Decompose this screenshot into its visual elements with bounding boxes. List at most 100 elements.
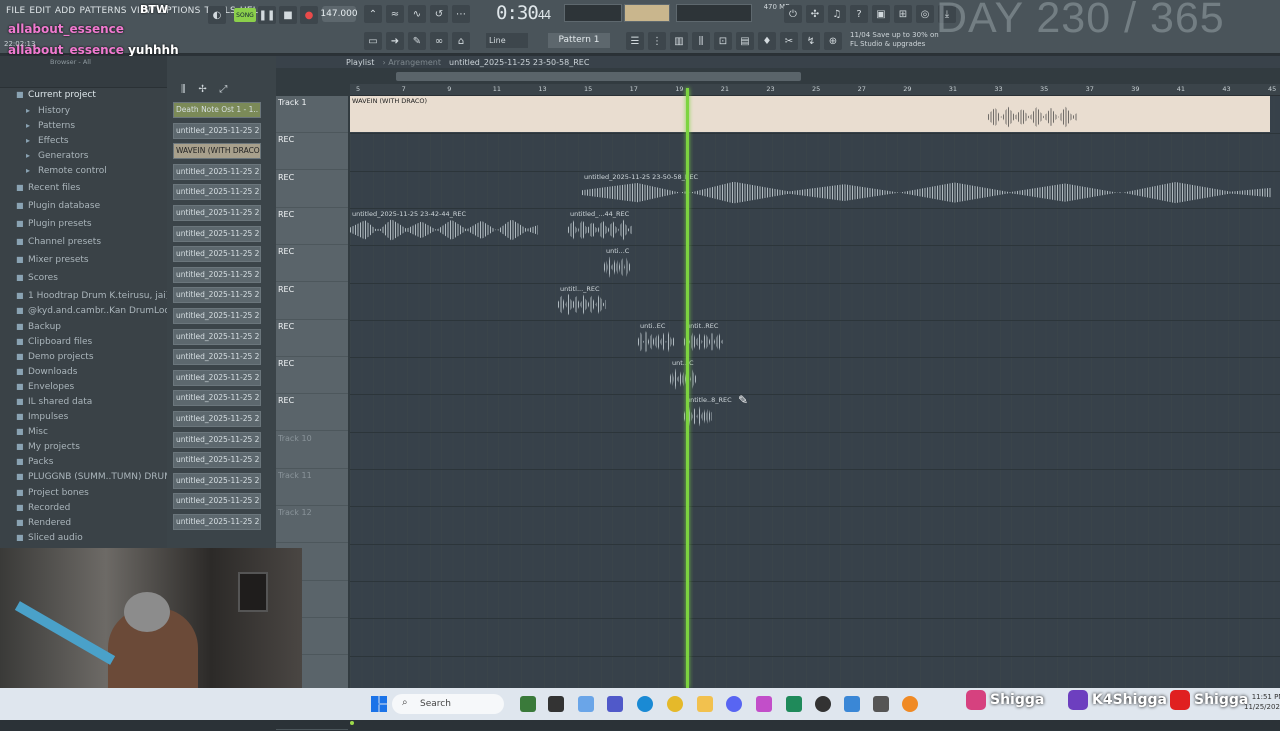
track-header[interactable]: REC	[276, 320, 354, 357]
browser-item[interactable]: ■ My projects	[16, 442, 80, 452]
wait-icon[interactable]: ≈	[386, 5, 404, 23]
browser-item[interactable]: ■ Demo projects	[16, 352, 94, 362]
horizontal-scrollbar[interactable]	[396, 72, 801, 81]
chrome-icon[interactable]	[667, 696, 683, 712]
timeline-ruler[interactable]: 5 7 9 11 13 15 17 19 21 23 25 27 29 31 33 35 37 39 41 43 45	[350, 84, 1280, 96]
plug-icon[interactable]: ♦	[758, 32, 776, 50]
browser-item[interactable]: ■ Backup	[16, 322, 61, 332]
fl-studio-icon[interactable]	[902, 696, 918, 712]
channel-button[interactable]: untitled_2025-11-25 23-..	[173, 225, 261, 242]
browser-item[interactable]: ■ @kyd.and.cambr..Kan DrumLoopKit	[16, 306, 188, 316]
channel-button[interactable]: untitled_2025-11-25 23-..	[173, 246, 261, 263]
menu-item-file[interactable]: FILE	[6, 6, 25, 16]
taskbar-search[interactable]: ⌕ Search	[392, 694, 504, 714]
track-header[interactable]: REC	[276, 208, 354, 245]
channel-button[interactable]: untitled_2025-11-25 23-..	[173, 431, 261, 448]
channel-button[interactable]: untitled_2025-11-25 23-..	[173, 308, 261, 324]
edge-icon[interactable]	[637, 696, 653, 712]
link-icon[interactable]: ∞	[430, 32, 448, 50]
channel-button[interactable]: untitled_2025-11-25 23-..	[173, 328, 261, 345]
track-header[interactable]: REC	[276, 357, 354, 395]
power-icon[interactable]: ⏻	[784, 5, 802, 23]
piano-roll-icon[interactable]: ▭	[364, 32, 382, 50]
browser-item[interactable]: ■ Rendered	[16, 518, 71, 528]
song-mode-toggle[interactable]: SONG	[234, 8, 256, 22]
browser-item[interactable]: ■ Misc	[16, 427, 48, 437]
track-header[interactable]: REC	[276, 171, 354, 208]
browser-item[interactable]: ■ Current project	[16, 90, 96, 100]
audio-clip[interactable]: untit..REC	[684, 321, 724, 357]
browser-item[interactable]: ▸ Patterns	[26, 121, 75, 131]
piano-icon[interactable]: ▥	[670, 32, 688, 50]
metronome-icon[interactable]: ⌃	[364, 5, 382, 23]
audio-clip[interactable]: WAVEIN (WITH DRACO)	[350, 96, 1270, 132]
cart-icon[interactable]: ⊕	[824, 32, 842, 50]
browser-item[interactable]: ▸ Remote control	[26, 166, 107, 176]
snap-select[interactable]: Line	[486, 33, 528, 48]
channel-button[interactable]: untitled_2025-11-25 23-..	[173, 493, 261, 510]
browser-item[interactable]: ■ Plugin presets	[16, 219, 92, 229]
chat-icon[interactable]: ◎	[916, 5, 934, 23]
browser-item[interactable]: ■ IL shared data	[16, 397, 92, 407]
channel-button[interactable]: untitled_2025-11-25 23-..	[173, 349, 261, 366]
record-icon[interactable]: ●	[300, 6, 318, 24]
explorer-icon[interactable]	[697, 696, 713, 712]
step-seq-icon[interactable]: ⋮	[648, 32, 666, 50]
stamp-icon[interactable]: ⌂	[452, 32, 470, 50]
channel-button[interactable]: untitled_2025-11-25 23-..	[173, 287, 261, 304]
browser-item[interactable]: ■ Sliced audio	[16, 533, 83, 543]
track-header[interactable]: Track 1	[276, 96, 354, 133]
play-icon[interactable]: ❚❚	[258, 6, 276, 24]
channel-rack-icon[interactable]: ⊡	[714, 32, 732, 50]
browser-item[interactable]: ■ Recorded	[16, 503, 70, 513]
browser-item[interactable]: ▸ Effects	[26, 136, 69, 146]
widgets-icon[interactable]	[520, 696, 536, 712]
step-edit-icon[interactable]: ⋯	[452, 5, 470, 23]
mixer-icon[interactable]: ✣	[806, 5, 824, 23]
browser-item[interactable]: ■ Packs	[16, 457, 53, 467]
channel-button[interactable]: Death Note Ost 1 - 1..	[173, 102, 261, 118]
menu-item-add[interactable]: ADD	[55, 6, 76, 16]
audio-clip[interactable]: unti...C	[604, 246, 630, 282]
browser-item[interactable]: ■ 1 Hoodtrap Drum K.teirusu, jai) (2)	[16, 291, 185, 301]
pattern-selector[interactable]: Pattern 1	[548, 33, 610, 48]
track-header[interactable]: REC	[276, 245, 354, 283]
channel-button[interactable]: untitled_2025-11-25 23-..	[173, 390, 261, 407]
news-panel[interactable]: 11/04 Save up to 30% on FL Studio & upgr…	[850, 31, 940, 49]
playhead[interactable]	[686, 88, 689, 688]
browser-item[interactable]: ■ Envelopes	[16, 382, 74, 392]
browser-item[interactable]: ■ Plugin database	[16, 201, 100, 211]
track-header[interactable]: Track 10	[276, 432, 354, 469]
wrench-icon[interactable]: ✂	[780, 32, 798, 50]
browser-item[interactable]: ■ PLUGGNB (SUMM..TUMN) DRUMKIT	[16, 472, 186, 482]
menu-item-edit[interactable]: EDIT	[29, 6, 51, 16]
store-icon[interactable]	[844, 696, 860, 712]
track-header[interactable]: Track 11	[276, 469, 354, 506]
channel-button[interactable]: untitled_2025-11-25 23-..	[173, 514, 261, 530]
channel-button[interactable]: untitled_2025-11-25 23-..	[173, 411, 261, 427]
obs-icon[interactable]	[815, 696, 831, 712]
menu-item-patterns[interactable]: PATTERNS	[80, 6, 127, 16]
channel-button[interactable]: untitled_2025-11-25 23-..	[173, 205, 261, 221]
app-icon[interactable]	[756, 696, 772, 712]
tempo-display[interactable]: 147.000	[320, 6, 358, 22]
browser-item[interactable]: ■ Clipboard files	[16, 337, 92, 347]
channel-button[interactable]: untitled_2025-11-25 23-..	[173, 122, 261, 139]
channel-button[interactable]: WAVEIN (WITH DRACO)	[173, 143, 261, 160]
loop-record-icon[interactable]: ↺	[430, 5, 448, 23]
mixer-view-icon[interactable]: ⫼	[692, 32, 710, 50]
app2-icon[interactable]	[786, 696, 802, 712]
audio-clip[interactable]: unti..EC	[638, 321, 674, 357]
browser-item[interactable]: ■ Project bones	[16, 488, 89, 498]
task-view-icon[interactable]	[548, 696, 564, 712]
channel-button[interactable]: untitled_2025-11-25 23-..	[173, 452, 261, 469]
arrow-right-icon[interactable]: ➜	[386, 32, 404, 50]
track-header[interactable]: REC	[276, 283, 354, 320]
copilot-icon[interactable]	[578, 696, 594, 712]
track-header[interactable]: REC	[276, 394, 354, 432]
browser-item[interactable]: ▸ History	[26, 106, 70, 116]
save-icon[interactable]: ▣	[872, 5, 890, 23]
audio-clip[interactable]: untitled_...44_REC	[568, 209, 632, 245]
browser-item[interactable]: ■ Downloads	[16, 367, 77, 377]
app3-icon[interactable]	[873, 696, 889, 712]
